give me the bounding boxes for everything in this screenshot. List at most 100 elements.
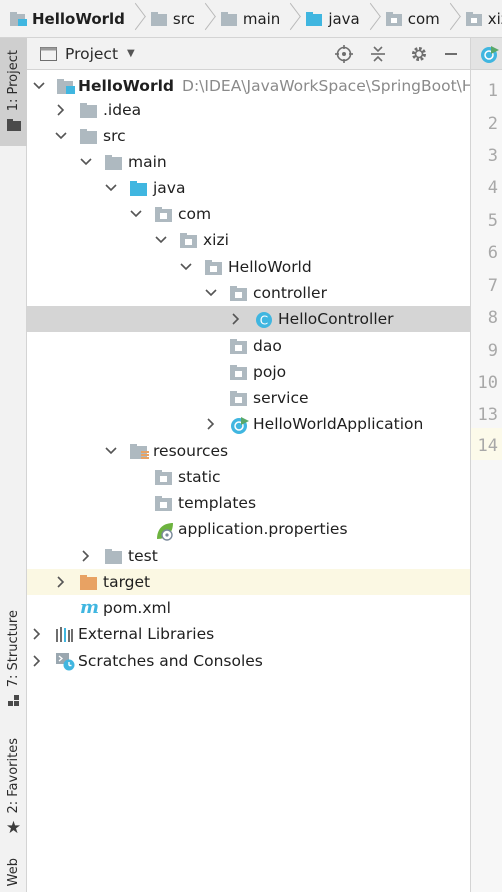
tree-item-pojo[interactable]: pojo — [27, 359, 470, 385]
breadcrumb-item-main[interactable]: main — [211, 0, 296, 37]
tree-item-application-properties[interactable]: application.properties — [27, 516, 470, 542]
chevron-down-icon[interactable] — [204, 286, 218, 300]
line-number: 4 — [487, 178, 498, 198]
folder-icon — [220, 11, 238, 26]
tree-item-label: HelloWorld — [228, 258, 312, 276]
java-class-icon: C — [255, 311, 273, 328]
tree-item-label: xizi — [203, 231, 229, 249]
tree-item-label: HelloController — [278, 310, 394, 328]
chevron-right-icon — [366, 0, 376, 37]
breadcrumb-item-helloworld[interactable]: HelloWorld — [0, 0, 141, 37]
tree-item-target[interactable]: target — [27, 569, 470, 595]
project-panel-header: Project ▼ — [27, 38, 470, 70]
chevron-right-icon[interactable] — [54, 103, 68, 117]
breadcrumb-label: xizi — [487, 9, 502, 28]
tree-item-label: com — [178, 205, 212, 223]
tree-item-templates[interactable]: templates — [27, 490, 470, 516]
chevron-down-icon[interactable] — [179, 260, 193, 274]
chevron-down-icon[interactable] — [79, 155, 93, 169]
line-number: 1 — [487, 81, 498, 101]
chevron-right-icon[interactable] — [79, 549, 93, 563]
tree-item-com[interactable]: com — [27, 201, 470, 227]
tree-item-label: application.properties — [178, 520, 348, 538]
tree-item-root-label: HelloWorld D:\IDEA\JavaWorkSpace\SpringBo… — [78, 77, 470, 95]
breadcrumb-label: java — [328, 9, 360, 28]
tree-item-label: pojo — [253, 363, 287, 381]
tree-item-resources[interactable]: resources — [27, 438, 470, 464]
source-folder-icon — [306, 11, 323, 26]
chevron-right-icon[interactable] — [204, 417, 218, 431]
current-line-number: 14 — [471, 428, 502, 460]
package-icon — [180, 232, 198, 248]
tab-favorites[interactable]: 2: Favorites ★ — [0, 738, 27, 838]
tree-item-pom[interactable]: m pom.xml — [27, 595, 470, 621]
project-tree[interactable]: HelloWorld D:\IDEA\JavaWorkSpace\SpringBo… — [27, 70, 470, 892]
package-icon — [230, 285, 248, 301]
folder-icon — [6, 117, 21, 135]
tree-item-hello-controller[interactable]: C HelloController — [27, 306, 470, 332]
tree-item-label: src — [103, 127, 126, 145]
folder-icon — [105, 548, 123, 564]
tree-item-root[interactable]: HelloWorld D:\IDEA\JavaWorkSpace\SpringBo… — [27, 73, 470, 99]
line-number: 2 — [487, 114, 498, 134]
breadcrumb-label: HelloWorld — [32, 9, 125, 28]
folder-icon — [150, 11, 168, 26]
line-number: 6 — [487, 243, 498, 263]
tree-item-label: static — [178, 468, 221, 486]
chevron-right-icon[interactable] — [54, 575, 68, 589]
hide-icon[interactable] — [440, 43, 462, 65]
tree-item-scratches[interactable]: Scratches and Consoles — [27, 648, 470, 674]
chevron-right-icon[interactable] — [229, 312, 243, 326]
root-name: HelloWorld — [78, 77, 175, 95]
tree-item-label: controller — [253, 284, 327, 302]
tree-item-idea[interactable]: .idea — [27, 97, 470, 123]
gear-icon[interactable] — [408, 43, 430, 65]
tab-web[interactable]: Web — [0, 858, 27, 892]
breadcrumb-item-com[interactable]: com — [376, 0, 456, 37]
tree-item-dao[interactable]: dao — [27, 333, 470, 359]
breadcrumb-item-xizi[interactable]: xizi — [456, 0, 502, 37]
chevron-right-icon[interactable] — [30, 654, 44, 668]
editor-gutter: 1 2 3 4 5 6 7 8 9 10 13 14 — [470, 38, 502, 892]
chevron-down-icon[interactable]: ▼ — [127, 48, 135, 59]
line-number: 10 — [477, 373, 498, 393]
collapse-all-icon[interactable] — [367, 43, 389, 65]
tree-item-service[interactable]: service — [27, 385, 470, 411]
tree-item-external-libraries[interactable]: External Libraries — [27, 621, 470, 647]
line-number: 7 — [487, 276, 498, 296]
tab-favorites-label: 2: Favorites — [6, 738, 21, 814]
package-icon — [205, 259, 223, 275]
chevron-down-icon[interactable] — [32, 79, 46, 93]
tree-item-application[interactable]: HelloWorldApplication — [27, 411, 470, 437]
line-number: 3 — [487, 146, 498, 166]
tree-item-xizi[interactable]: xizi — [27, 227, 470, 253]
chevron-down-icon[interactable] — [104, 444, 118, 458]
tab-structure[interactable]: 7: Structure — [0, 610, 27, 710]
editor-tab[interactable] — [471, 38, 502, 70]
breadcrumb-label: src — [172, 9, 195, 28]
chevron-right-icon[interactable] — [30, 627, 44, 641]
class-badge-letter: C — [260, 314, 268, 328]
tree-item-test[interactable]: test — [27, 543, 470, 569]
chevron-right-icon — [201, 0, 211, 37]
tree-item-helloworld-pkg[interactable]: HelloWorld — [27, 254, 470, 280]
chevron-down-icon[interactable] — [154, 233, 168, 247]
tree-item-src[interactable]: src — [27, 123, 470, 149]
breadcrumb-item-java[interactable]: java — [296, 0, 376, 37]
structure-icon — [7, 693, 20, 711]
tree-item-main[interactable]: main — [27, 149, 470, 175]
locate-icon[interactable] — [333, 43, 355, 65]
tree-item-static[interactable]: static — [27, 464, 470, 490]
module-icon — [57, 78, 75, 94]
chevron-down-icon[interactable] — [129, 207, 143, 221]
breadcrumb-item-src[interactable]: src — [141, 0, 211, 37]
tree-item-java[interactable]: java — [27, 175, 470, 201]
project-panel-title[interactable]: Project — [65, 45, 118, 63]
tree-item-label: .idea — [103, 101, 142, 119]
tree-item-controller[interactable]: controller — [27, 280, 470, 306]
folder-icon — [80, 102, 98, 118]
chevron-down-icon[interactable] — [54, 129, 68, 143]
chevron-down-icon[interactable] — [104, 181, 118, 195]
tree-item-label: External Libraries — [78, 625, 215, 643]
tab-project[interactable]: 1: Project — [0, 38, 27, 146]
